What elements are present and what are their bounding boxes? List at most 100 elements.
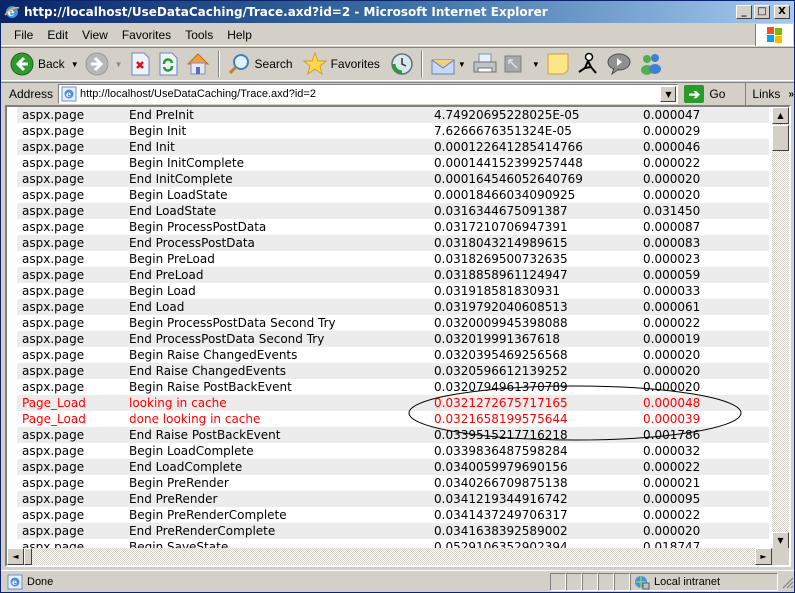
trace-message: End Init bbox=[129, 140, 175, 154]
trace-category: aspx.page bbox=[22, 268, 85, 282]
trace-row: aspx.page End PreRender 0.0341219344916742… bbox=[17, 491, 769, 507]
trace-message: Begin Raise PostBackEvent bbox=[129, 380, 292, 394]
favorites-button[interactable]: Favorites bbox=[300, 49, 383, 79]
trace-from-first: 0.0321658199575644 bbox=[434, 412, 568, 426]
vertical-scrollbar[interactable]: ▲ ▼ bbox=[772, 107, 789, 549]
menu-view[interactable]: View bbox=[75, 28, 115, 42]
trace-category: aspx.page bbox=[22, 172, 85, 186]
zone-label: Local intranet bbox=[654, 575, 721, 588]
mail-dropdown-icon[interactable]: ▼ bbox=[458, 60, 466, 69]
scroll-right-button[interactable]: ► bbox=[755, 548, 772, 565]
trace-from-first: 0.031918581830931 bbox=[434, 284, 560, 298]
trace-row: aspx.page Begin ProcessPostData Second Tr… bbox=[17, 315, 769, 331]
edit-button[interactable]: ▼ bbox=[501, 49, 543, 79]
trace-message: Begin PreRenderComplete bbox=[129, 508, 287, 522]
horizontal-scrollbar[interactable]: ◄ ► bbox=[7, 548, 772, 565]
horizontal-scroll-thumb[interactable] bbox=[24, 548, 32, 565]
menu-help[interactable]: Help bbox=[220, 28, 259, 42]
trace-row: aspx.page End PreInit 4.74920695228025E-05… bbox=[17, 107, 769, 123]
refresh-button[interactable] bbox=[154, 49, 182, 79]
edit-dropdown-icon[interactable]: ▼ bbox=[532, 60, 540, 69]
trace-category: aspx.page bbox=[22, 252, 85, 266]
trace-message: End PreLoad bbox=[129, 268, 204, 282]
trace-from-first: 0.0339836487598284 bbox=[434, 444, 568, 458]
scroll-up-button[interactable]: ▲ bbox=[772, 107, 789, 124]
trace-row: aspx.page End LoadComplete 0.0340059979690… bbox=[17, 459, 769, 475]
windows-logo-icon bbox=[755, 24, 793, 46]
forward-dropdown-icon[interactable]: ▼ bbox=[115, 60, 123, 69]
trace-message: End PreRenderComplete bbox=[129, 524, 276, 538]
trace-category: aspx.page bbox=[22, 332, 85, 346]
svg-text:e: e bbox=[66, 89, 71, 99]
title-bar: e http://localhost/UseDataCaching/Trace.… bbox=[1, 1, 794, 23]
print-button[interactable] bbox=[469, 49, 501, 79]
trace-category: aspx.page bbox=[22, 300, 85, 314]
favorites-star-icon bbox=[302, 52, 327, 76]
links-chevron-icon[interactable]: » bbox=[788, 89, 794, 100]
back-button[interactable]: Back ▼ bbox=[7, 49, 82, 79]
maximize-button[interactable]: □ bbox=[754, 5, 770, 19]
trace-from-last: 0.000020 bbox=[643, 172, 701, 186]
toolbar-separator bbox=[217, 51, 220, 77]
links-button[interactable]: Links » bbox=[745, 83, 794, 105]
history-icon bbox=[390, 52, 414, 76]
trace-category: aspx.page bbox=[22, 348, 85, 362]
address-url[interactable]: http://localhost/UseDataCaching/Trace.ax… bbox=[80, 88, 660, 100]
go-button[interactable]: ➔ Go bbox=[684, 85, 725, 103]
trace-from-last: 0.000021 bbox=[643, 476, 701, 490]
trace-message: Begin InitComplete bbox=[129, 156, 245, 170]
menu-file[interactable]: File bbox=[7, 28, 40, 42]
address-input[interactable]: e http://localhost/UseDataCaching/Trace.… bbox=[58, 84, 679, 104]
note-button[interactable] bbox=[543, 49, 573, 79]
trace-from-first: 0.0341638392589002 bbox=[434, 524, 568, 538]
mail-button[interactable]: ▼ bbox=[427, 49, 469, 79]
trace-from-last: 0.000022 bbox=[643, 316, 701, 330]
resize-grip-icon[interactable] bbox=[780, 575, 794, 589]
search-icon bbox=[227, 52, 251, 76]
trace-message: End PreInit bbox=[129, 108, 194, 122]
trace-category: aspx.page bbox=[22, 508, 85, 522]
trace-from-last: 0.000020 bbox=[643, 364, 701, 378]
back-label: Back bbox=[38, 57, 65, 71]
trace-category: aspx.page bbox=[22, 140, 85, 154]
search-button[interactable]: Search bbox=[224, 49, 296, 79]
menu-favorites[interactable]: Favorites bbox=[115, 28, 178, 42]
history-button[interactable] bbox=[387, 49, 417, 79]
stop-button[interactable] bbox=[126, 49, 154, 79]
trace-row: aspx.page Begin Raise PostBackEvent 0.0320… bbox=[17, 379, 769, 395]
aim-button[interactable] bbox=[573, 49, 603, 79]
trace-from-first: 0.0318043214989615 bbox=[434, 236, 568, 250]
trace-row: aspx.page End LoadState 0.0316344675091387… bbox=[17, 203, 769, 219]
messenger-button[interactable] bbox=[635, 49, 667, 79]
trace-from-first: 4.74920695228025E-05 bbox=[434, 108, 580, 122]
scroll-down-button[interactable]: ▼ bbox=[772, 532, 789, 549]
trace-message: End ProcessPostData bbox=[129, 236, 255, 250]
trace-message: End InitComplete bbox=[129, 172, 233, 186]
minimize-button[interactable]: _ bbox=[736, 5, 752, 19]
trace-category: aspx.page bbox=[22, 124, 85, 138]
home-icon bbox=[185, 51, 211, 77]
print-icon bbox=[472, 52, 498, 76]
trace-row-warning: Page_Load looking in cache 0.0321272675717… bbox=[17, 395, 769, 411]
scroll-left-button[interactable]: ◄ bbox=[7, 548, 24, 565]
trace-row: aspx.page End PreLoad 0.0318858961124947 0.… bbox=[17, 267, 769, 283]
discuss-button[interactable] bbox=[603, 49, 635, 79]
menu-tools[interactable]: Tools bbox=[178, 28, 220, 42]
vertical-scroll-thumb[interactable] bbox=[772, 125, 789, 151]
trace-message: looking in cache bbox=[129, 396, 227, 410]
status-panel bbox=[614, 572, 630, 591]
browser-window: e http://localhost/UseDataCaching/Trace.… bbox=[0, 0, 795, 593]
trace-category: aspx.page bbox=[22, 444, 85, 458]
toolbar-separator bbox=[420, 51, 423, 77]
back-dropdown-icon[interactable]: ▼ bbox=[71, 60, 79, 69]
address-dropdown-button[interactable]: ▼ bbox=[660, 86, 677, 102]
trace-category: Page_Load bbox=[22, 396, 86, 410]
trace-from-first: 0.0320395469256568 bbox=[434, 348, 568, 362]
close-button[interactable]: X bbox=[774, 5, 790, 19]
menu-edit[interactable]: Edit bbox=[40, 28, 75, 42]
forward-button[interactable]: ▼ bbox=[82, 49, 126, 79]
home-button[interactable] bbox=[182, 49, 214, 79]
trace-from-first: 0.0341437249706317 bbox=[434, 508, 568, 522]
trace-row: aspx.page Begin Load 0.031918581830931 0.00… bbox=[17, 283, 769, 299]
trace-message: done looking in cache bbox=[129, 412, 261, 426]
